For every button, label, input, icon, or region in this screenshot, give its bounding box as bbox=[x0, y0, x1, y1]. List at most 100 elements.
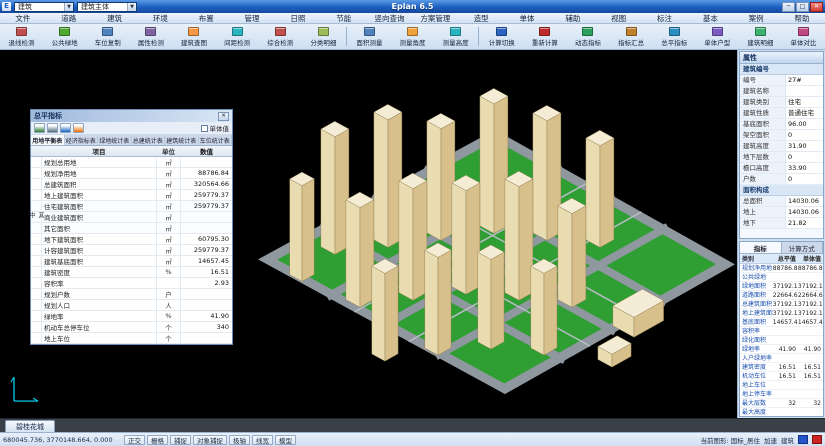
table-row[interactable]: 规划户数户 bbox=[31, 289, 232, 300]
close-icon[interactable]: ✕ bbox=[218, 112, 229, 121]
property-row[interactable]: 地上14030.06 bbox=[740, 207, 823, 218]
property-row[interactable]: 建筑名称 bbox=[740, 86, 823, 97]
table-row[interactable]: 其中商业建筑面积㎡ bbox=[31, 212, 232, 223]
table-row[interactable]: 建筑基底面积㎡14657.45 bbox=[31, 256, 232, 267]
toolbar-button-分类明细[interactable]: 分类明细 bbox=[302, 25, 345, 48]
toolbar-button-面积测量[interactable]: 面积测量 bbox=[348, 25, 391, 48]
menu-item-造型[interactable]: 造型 bbox=[458, 13, 504, 24]
toolbar-button-测量角度[interactable]: 测量角度 bbox=[391, 25, 434, 48]
toolbar-button-重新计算[interactable]: 重新计算 bbox=[523, 25, 566, 48]
table-row[interactable]: 计容建筑面积㎡259779.37 bbox=[31, 245, 232, 256]
toolbar-button-退线检测[interactable]: 退线检测 bbox=[0, 25, 43, 48]
metrics-row[interactable]: 最大层数3232 bbox=[740, 399, 823, 408]
print-icon[interactable] bbox=[47, 123, 58, 133]
toolbar-button-计算切换[interactable]: 计算切换 bbox=[480, 25, 523, 48]
table-row[interactable]: 容积率2.93 bbox=[31, 278, 232, 289]
single-value-checkbox[interactable]: 单体值 bbox=[201, 123, 230, 133]
tab-建筑统计表[interactable]: 建筑统计表 bbox=[165, 135, 199, 145]
table-row[interactable]: 规划净用地㎡88786.84 bbox=[31, 168, 232, 179]
metrics-row[interactable]: 绿化面积 bbox=[740, 336, 823, 345]
metrics-row[interactable]: 规划净用地88786.8488786.84 bbox=[740, 264, 823, 273]
document-tab[interactable]: 碧桂花城 bbox=[5, 420, 55, 432]
metrics-row[interactable]: 地上停车率 bbox=[740, 390, 823, 399]
table-row[interactable]: 其它面积㎡ bbox=[31, 223, 232, 234]
property-row[interactable]: 基底面积96.00 bbox=[740, 119, 823, 130]
menu-item-单体[interactable]: 单体 bbox=[504, 13, 550, 24]
metrics-row[interactable]: 基底面积14657.4514657.45 bbox=[740, 318, 823, 327]
table-row[interactable]: 建筑密度%16.51 bbox=[31, 267, 232, 278]
status-toggle-线宽[interactable]: 线宽 bbox=[252, 435, 273, 445]
menu-item-日照[interactable]: 日照 bbox=[275, 13, 321, 24]
toolbar-button-总平指标[interactable]: 总平指标 bbox=[653, 25, 696, 48]
minimize-button[interactable]: ─ bbox=[782, 2, 795, 12]
table-row[interactable]: 规划总用地㎡ bbox=[31, 157, 232, 168]
metrics-row[interactable]: 最大高度 bbox=[740, 408, 823, 416]
menu-item-视图[interactable]: 视图 bbox=[596, 13, 642, 24]
toolbar-button-车位复制[interactable]: 车位复制 bbox=[86, 25, 129, 48]
property-row[interactable]: 建筑高度31.90 bbox=[740, 141, 823, 152]
toolbar-button-单体户型[interactable]: 单体户型 bbox=[696, 25, 739, 48]
toolbar-button-公共绿地[interactable]: 公共绿地 bbox=[43, 25, 86, 48]
metrics-row[interactable]: 公共绿地 bbox=[740, 273, 823, 282]
menu-item-布置[interactable]: 布置 bbox=[183, 13, 229, 24]
preview-icon[interactable] bbox=[60, 123, 71, 133]
table-row[interactable]: 地上建筑面积㎡259779.37 bbox=[31, 190, 232, 201]
status-toggle-极轴[interactable]: 极轴 bbox=[229, 435, 250, 445]
menu-item-案例[interactable]: 案例 bbox=[733, 13, 779, 24]
table-row[interactable]: 住宅建筑面积㎡259779.37 bbox=[31, 201, 232, 212]
property-row[interactable]: 地下21.82 bbox=[740, 218, 823, 229]
table-row[interactable]: 规划人口人 bbox=[31, 300, 232, 311]
menu-item-标注[interactable]: 标注 bbox=[642, 13, 688, 24]
table-row[interactable]: 绿地率%41.90 bbox=[31, 311, 232, 322]
metrics-row[interactable]: 机动车位16.5116.51 bbox=[740, 372, 823, 381]
table-row[interactable]: 总建筑面积㎡320564.66 bbox=[31, 179, 232, 190]
toolbar-button-建筑查图[interactable]: 建筑查图 bbox=[172, 25, 215, 48]
module-select[interactable]: 建筑 ▼ bbox=[14, 2, 74, 12]
layer-select[interactable]: 建筑主体 ▼ bbox=[77, 2, 137, 12]
metrics-row[interactable]: 绿地率41.9041.90 bbox=[740, 345, 823, 354]
toolbar-button-间距检测[interactable]: 间距检测 bbox=[216, 25, 259, 48]
property-row[interactable]: 总面积14030.06 bbox=[740, 196, 823, 207]
table-row[interactable]: 地下建筑面积㎡60795.30 bbox=[31, 234, 232, 245]
toolbar-button-测量高度[interactable]: 测量高度 bbox=[434, 25, 477, 48]
menu-item-基本[interactable]: 基本 bbox=[687, 13, 733, 24]
menu-item-节能[interactable]: 节能 bbox=[321, 13, 367, 24]
toolbar-button-属性检测[interactable]: 属性检测 bbox=[129, 25, 172, 48]
maximize-button[interactable]: □ bbox=[796, 2, 809, 12]
viewport-3d[interactable]: 总平指标 ✕ 单体值 用地平衡表经济指标表绿地统计表总建统计表建筑统计表车位统计… bbox=[0, 50, 737, 418]
metrics-row[interactable]: 道路面积22664.6422664.64 bbox=[740, 291, 823, 300]
refresh-icon[interactable] bbox=[73, 123, 84, 133]
status-toggle-捕捉[interactable]: 捕捉 bbox=[170, 435, 191, 445]
property-row[interactable]: 架空面积0 bbox=[740, 130, 823, 141]
menu-item-辅助[interactable]: 辅助 bbox=[550, 13, 596, 24]
property-row[interactable]: 地下层数0 bbox=[740, 152, 823, 163]
menu-item-环境[interactable]: 环境 bbox=[137, 13, 183, 24]
metrics-tab-计算方式[interactable]: 计算方式 bbox=[782, 242, 824, 253]
metrics-row[interactable]: 建筑密度16.5116.51 bbox=[740, 363, 823, 372]
toolbar-button-动态指标[interactable]: 动态指标 bbox=[566, 25, 609, 48]
menu-item-帮助[interactable]: 帮助 bbox=[779, 13, 825, 24]
menu-item-管理[interactable]: 管理 bbox=[229, 13, 275, 24]
tab-总建统计表[interactable]: 总建统计表 bbox=[132, 135, 166, 145]
panel-title-bar[interactable]: 总平指标 ✕ bbox=[31, 110, 232, 122]
tab-用地平衡表[interactable]: 用地平衡表 bbox=[31, 135, 65, 145]
property-row[interactable]: 户数0 bbox=[740, 174, 823, 185]
metrics-row[interactable]: 地上车位 bbox=[740, 381, 823, 390]
status-toggle-栅格[interactable]: 栅格 bbox=[147, 435, 168, 445]
toolbar-button-单体对比[interactable]: 单体对比 bbox=[782, 25, 825, 48]
status-toggle-对象捕捉[interactable]: 对象捕捉 bbox=[193, 435, 227, 445]
menu-item-建筑[interactable]: 建筑 bbox=[92, 13, 138, 24]
property-row[interactable]: 建筑类别住宅 bbox=[740, 97, 823, 108]
metrics-row[interactable]: 总建筑面积37192.1837192.18 bbox=[740, 300, 823, 309]
menu-item-方案管理[interactable]: 方案管理 bbox=[412, 13, 458, 24]
metrics-row[interactable]: 地上建筑面积37192.1837192.18 bbox=[740, 309, 823, 318]
toolbar-button-建筑明细[interactable]: 建筑明细 bbox=[739, 25, 782, 48]
menu-item-竖向查询[interactable]: 竖向查询 bbox=[367, 13, 413, 24]
metrics-row[interactable]: 容积率 bbox=[740, 327, 823, 336]
property-row[interactable]: 建筑性质普通住宅 bbox=[740, 108, 823, 119]
property-row[interactable]: 檐口高度33.90 bbox=[740, 163, 823, 174]
export-excel-icon[interactable] bbox=[34, 123, 45, 133]
status-toggle-正交[interactable]: 正交 bbox=[124, 435, 145, 445]
toolbar-button-指标汇总[interactable]: 指标汇总 bbox=[610, 25, 653, 48]
table-row[interactable]: 机动车总停车位个340 bbox=[31, 322, 232, 333]
